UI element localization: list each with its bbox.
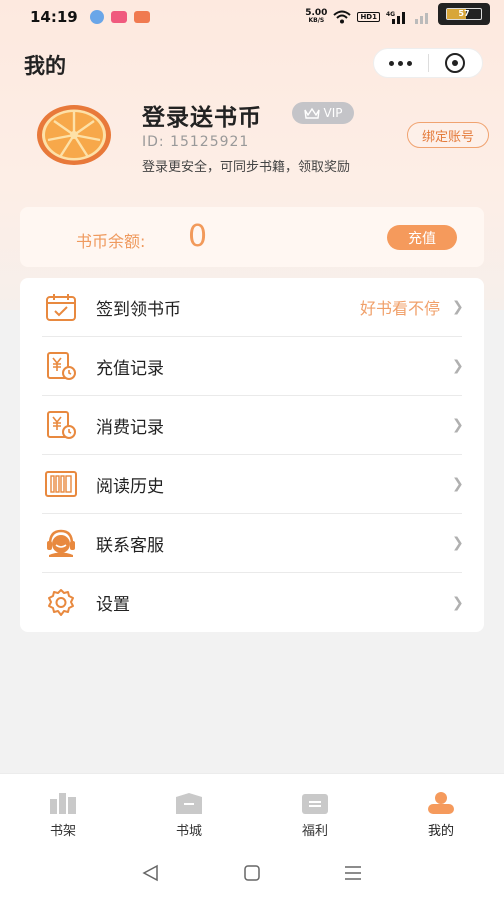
chevron-right-icon: ❯ <box>452 299 464 315</box>
wifi-icon <box>333 10 352 24</box>
calendar-check-icon <box>46 294 76 321</box>
vip-badge: VIP <box>292 102 354 124</box>
user-icon <box>428 792 454 814</box>
coin-balance-label: 书币余额: <box>76 232 146 251</box>
menu-item-label: 消费记录 <box>96 417 164 438</box>
status-time: 14:19 <box>30 8 78 26</box>
menu-item-label: 签到领书币 <box>96 299 181 320</box>
close-circle-icon <box>445 53 466 73</box>
home-icon[interactable] <box>243 864 261 882</box>
chevron-right-icon: ❯ <box>452 594 464 611</box>
menu-item-label: 联系客服 <box>96 535 164 556</box>
menu-item-recharge-record[interactable]: 充值记录 ❯ <box>42 337 464 396</box>
coin-balance-card: 书币余额: 0 充值 <box>20 207 484 267</box>
menu-item-label: 阅读历史 <box>96 476 164 497</box>
network-speed: 5.00 KB/S <box>305 8 328 25</box>
tab-mine[interactable]: 我的 <box>378 774 504 848</box>
back-icon[interactable] <box>141 864 161 882</box>
menu-item-label: 设置 <box>96 595 130 615</box>
avatar[interactable] <box>36 104 112 166</box>
gift-icon <box>302 794 328 814</box>
menu-item-settings[interactable]: 设置 ❯ <box>42 573 464 632</box>
app-notification-icon <box>133 11 150 23</box>
chevron-right-icon: ❯ <box>452 476 464 492</box>
system-navigation-bar <box>0 848 504 898</box>
hd-badge: HD1 <box>357 12 380 22</box>
app-notification-icon <box>89 10 104 24</box>
tab-welfare[interactable]: 福利 <box>252 774 378 848</box>
bookshelf-icon <box>50 793 76 814</box>
menu-icon[interactable] <box>343 864 363 882</box>
coin-balance-value: 0 <box>188 219 208 254</box>
menu-list: 签到领书币 好书看不停 ❯ 充值记录 ❯ 消费记录 ❯ 阅读历史 ❯ 联系客服 … <box>20 278 484 632</box>
yen-receipt-icon <box>47 411 76 439</box>
close-button[interactable] <box>429 49 483 77</box>
user-name[interactable]: 登录送书币 <box>142 98 262 132</box>
headset-icon <box>47 529 75 557</box>
menu-item-customer-service[interactable]: 联系客服 ❯ <box>42 514 464 573</box>
mini-program-capsule <box>373 48 483 78</box>
chevron-right-icon: ❯ <box>452 358 464 374</box>
tab-bookshelf[interactable]: 书架 <box>0 774 126 848</box>
menu-item-label: 充值记录 <box>96 358 164 379</box>
menu-item-consumption-record[interactable]: 消费记录 ❯ <box>42 396 464 455</box>
status-bar: 14:19 5.00 KB/S HD1 4G 57 <box>0 0 504 34</box>
bind-account-button[interactable]: 绑定账号 <box>407 122 489 148</box>
signal-icon <box>415 13 428 24</box>
menu-item-checkin[interactable]: 签到领书币 好书看不停 ❯ <box>42 278 464 337</box>
menu-item-extra: 好书看不停 <box>359 299 440 318</box>
bookstore-icon <box>176 793 202 814</box>
chevron-right-icon: ❯ <box>452 417 464 433</box>
bottom-tab-bar: 书架 书城 福利 我的 <box>0 773 504 848</box>
crown-icon <box>303 107 320 119</box>
more-button[interactable] <box>374 49 428 77</box>
app-notification-icon <box>110 11 127 23</box>
page-title: 我的 <box>24 54 66 78</box>
svg-text:4G: 4G <box>386 11 395 18</box>
history-books-icon <box>45 471 77 497</box>
menu-item-reading-history[interactable]: 阅读历史 ❯ <box>42 455 464 514</box>
battery-indicator: 57 <box>438 3 490 25</box>
signal-icon: 4G <box>386 11 405 24</box>
more-icon <box>389 60 413 66</box>
chevron-right-icon: ❯ <box>452 535 464 551</box>
yen-receipt-icon <box>47 352 76 380</box>
user-id: ID: 15125921 <box>142 134 250 150</box>
recharge-button[interactable]: 充值 <box>387 225 457 250</box>
login-tip: 登录更安全，可同步书籍，领取奖励 <box>142 160 351 175</box>
gear-icon <box>48 588 74 616</box>
tab-bookstore[interactable]: 书城 <box>126 774 252 848</box>
orange-slice-icon <box>37 105 111 165</box>
